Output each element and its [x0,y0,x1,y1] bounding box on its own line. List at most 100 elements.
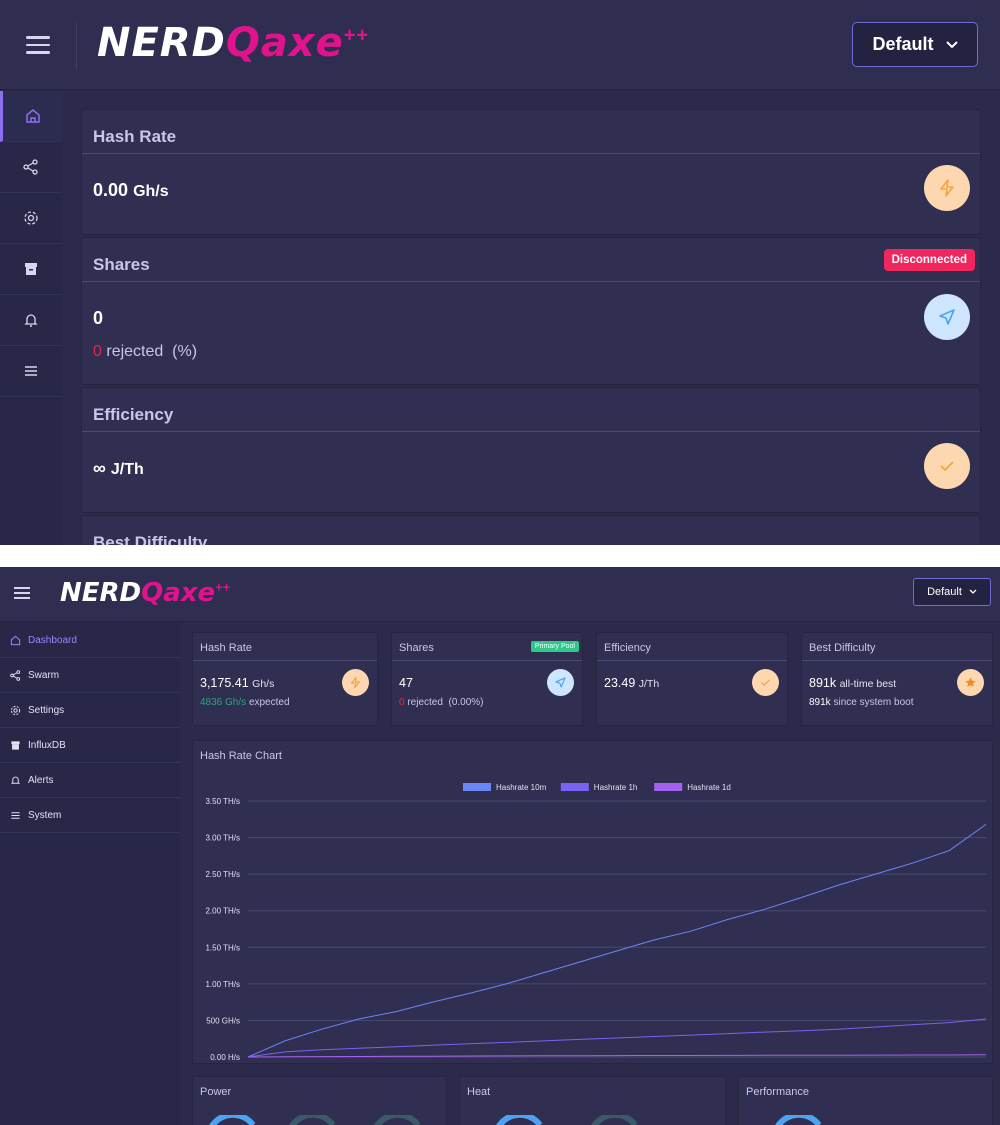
send-icon [547,669,574,696]
hash-rate-chart: 0.00 H/s 500 GH/s 1.00 TH/s 1.50 TH/s 2.00 T… [205,783,987,1062]
chart-title: Hash Rate Chart [200,750,282,762]
header-divider [76,22,77,70]
sidebar-item-influxdb[interactable] [0,244,62,295]
value-unit: Gh/s [133,183,169,200]
chevron-down-icon [945,40,958,48]
card-title: Best Difficulty [802,633,992,661]
sidebar-item-alerts[interactable]: Alerts [0,763,180,798]
sidebar-item-label: Settings [28,704,65,716]
profile-select-label: Default [872,34,934,54]
sidebar-item-dashboard[interactable]: Dashboard [0,623,180,658]
top-bar: NERDQaxe++ Default [0,567,1000,622]
card-title: Hash Rate [82,110,980,154]
chart-y-tick-label: 1.00 TH/s [205,980,240,989]
menu-toggle-icon[interactable] [26,36,50,54]
chart-legend-swatch [654,783,683,791]
chart-y-tick-label: 2.50 TH/s [205,870,240,879]
star-icon [957,669,984,696]
chart-y-tick-label: 500 GH/s [206,1016,240,1025]
profile-select[interactable]: Default [913,578,991,606]
card-title: Power [200,1086,232,1098]
logo-text-accent: Qaxe [225,20,344,66]
sidebar-item-alerts[interactable] [0,295,62,346]
top-bar: NERDQaxe++ Default [0,0,1000,90]
expected-label: expected [248,697,290,708]
card-title: Efficiency [597,633,787,661]
logo-plus: ++ [343,24,370,47]
app-logo[interactable]: NERDQaxe++ [97,20,369,66]
rejected-label: rejected [407,697,443,708]
sidebar-item-swarm[interactable]: Swarm [0,658,180,693]
chart-y-tick-label: 1.50 TH/s [205,943,240,952]
profile-select-label: Default [927,586,962,598]
chevron-down-icon [969,589,977,594]
logo-text-accent: Qaxe [141,578,216,608]
best-difficulty-card: Best Difficulty [81,515,981,545]
sidebar-item-dashboard[interactable] [0,91,62,142]
sidebar-item-label: InfluxDB [28,739,66,751]
mobile-cards: Hash Rate 0.00 Gh/s Shares Disconnected … [81,109,981,545]
lightning-icon [342,669,369,696]
gear-icon [10,705,21,715]
card-title: Hash Rate [193,633,377,661]
home-icon [10,635,21,645]
logo-text-main: NERD [97,20,226,66]
menu-toggle-icon[interactable] [14,587,30,599]
heat-card: Heat [459,1076,726,1125]
profile-select[interactable]: Default [852,22,978,67]
hash-rate-card: Hash Rate 0.00 Gh/s [81,109,981,235]
app-logo[interactable]: NERDQaxe++ [60,577,230,608]
value-number: 3,175.41 [200,676,249,690]
card-title: Performance [746,1086,809,1098]
efficiency-card: Efficiency ∞ J/Th [81,387,981,513]
value-unit: J/Th [638,678,660,690]
menu-icon [25,366,37,376]
sidebar: Dashboard Swarm Settings InfluxDB Alerts… [0,623,180,1125]
chart-legend-swatch [463,783,491,791]
value-unit: Gh/s [252,678,275,690]
lightning-icon [924,165,970,211]
share-icon [10,669,21,681]
sidebar [0,91,62,545]
chart-legend-label: Hashrate 10m [496,783,547,792]
logo-text-main: NERD [60,578,142,608]
bell-icon [10,776,21,784]
shares-card: Shares Primary Pool 47 0 rejected (0.00%… [391,632,583,726]
archive-icon [11,740,20,750]
sidebar-item-swarm[interactable] [0,142,62,193]
share-icon [23,159,38,175]
performance-gauge [775,1115,822,1125]
sidebar-item-label: System [28,809,62,821]
desktop-screenshot: NERDQaxe++ Default Dashboard Swarm Setti… [0,567,1000,1125]
sidebar-item-label: Alerts [28,774,54,786]
card-title: Heat [467,1086,491,1098]
value-number: 891k [809,676,837,690]
rejected-count: 0 [93,343,102,360]
sidebar-item-settings[interactable]: Settings [0,693,180,728]
sidebar-item-label: Swarm [28,669,60,681]
best-difficulty-card: Best Difficulty 891k all-time best 891k … [801,632,993,726]
rejected-percent: (0.00%) [448,697,484,708]
status-badge: Primary Pool [530,641,579,652]
sidebar-item-settings[interactable] [0,193,62,244]
value-number: 23.49 [604,676,636,690]
hash-rate-chart-card: Hash Rate Chart 0.00 H/s 500 GH/s 1.00 TH/… [192,740,993,1064]
boot-label: since system boot [833,697,914,708]
sidebar-item-system[interactable]: System [0,798,180,833]
shares-value: 0 [93,308,104,328]
shares-card: Shares Disconnected 0 0 rejected (%) [81,237,981,385]
check-icon [924,443,970,489]
chart-legend-label: Hashrate 1d [687,783,731,792]
logo-plus: ++ [215,579,231,595]
sidebar-item-system[interactable] [0,346,62,397]
card-title: Shares [82,238,980,282]
power-gauge [209,1115,421,1125]
chart-y-tick-label: 3.50 TH/s [205,797,240,806]
bell-icon [24,314,38,327]
efficiency-card: Efficiency 23.49 J/Th [596,632,788,726]
performance-card: Performance [738,1076,993,1125]
sidebar-item-influxdb[interactable]: InfluxDB [0,728,180,763]
chart-y-tick-label: 0.00 H/s [210,1053,240,1062]
power-card: Power [192,1076,447,1125]
efficiency-value: ∞ J/Th [82,432,980,479]
